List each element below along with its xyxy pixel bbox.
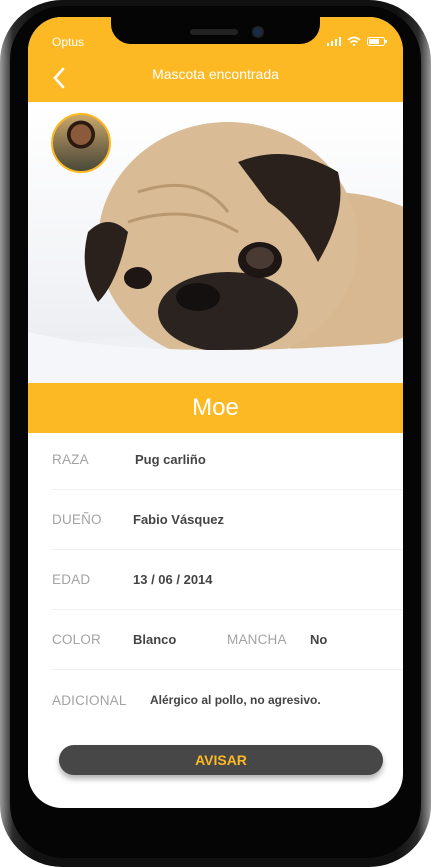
extra-value: Alérgico al pollo, no agresivo. xyxy=(150,693,321,707)
notch xyxy=(111,17,320,44)
detail-row-color: COLOR Blanco MANCHA No xyxy=(52,610,403,670)
spot-value: No xyxy=(310,632,328,647)
signal-icon xyxy=(327,36,341,46)
detail-row-breed: RAZA Pug carliño xyxy=(52,430,403,490)
pet-name: Moe xyxy=(28,383,403,433)
color-value: Blanco xyxy=(133,632,177,647)
owner-avatar[interactable] xyxy=(51,113,111,173)
breed-label: RAZA xyxy=(52,452,89,467)
spot-label: MANCHA xyxy=(227,632,287,647)
detail-row-age: EDAD 13 / 06 / 2014 xyxy=(52,550,403,610)
page-title: Mascota encontrada xyxy=(152,66,279,82)
wifi-icon xyxy=(347,36,361,46)
color-label: COLOR xyxy=(52,632,102,647)
age-label: EDAD xyxy=(52,572,91,587)
owner-value: Fabio Vásquez xyxy=(133,512,225,527)
phone-frame: Optus Mascota encontrada Moe RAZA Pug ca… xyxy=(0,0,431,867)
notify-button[interactable]: AVISAR xyxy=(59,745,383,775)
carrier: Optus xyxy=(52,35,85,49)
age-value: 13 / 06 / 2014 xyxy=(133,572,213,587)
header: Optus Mascota encontrada xyxy=(28,17,403,102)
owner-label: DUEÑO xyxy=(52,512,102,527)
detail-row-extra: ADICIONAL Alérgico al pollo, no agresivo… xyxy=(52,670,403,730)
screen: Optus Mascota encontrada Moe RAZA Pug ca… xyxy=(28,17,403,808)
breed-value: Pug carliño xyxy=(135,452,206,467)
status-icons xyxy=(327,36,387,46)
detail-row-owner: DUEÑO Fabio Vásquez xyxy=(52,490,403,550)
extra-label: ADICIONAL xyxy=(52,692,127,708)
battery-icon xyxy=(367,36,387,46)
